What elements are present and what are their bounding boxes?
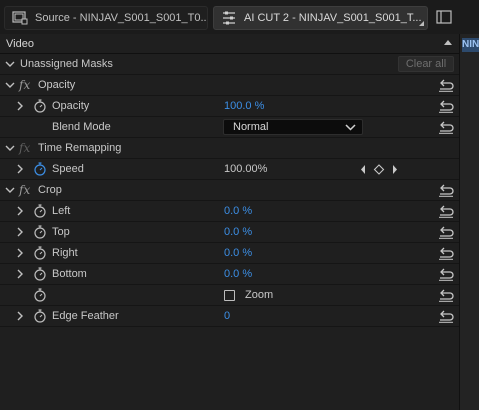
previous-keyframe-icon[interactable]	[360, 164, 366, 175]
reset-parameter-icon[interactable]	[438, 121, 454, 134]
crop-left-label: Left	[52, 205, 71, 217]
crop-top-label: Top	[52, 226, 70, 238]
effect-controls-icon	[220, 10, 238, 26]
fx-disabled-icon: fx	[19, 141, 31, 155]
reset-parameter-icon[interactable]	[438, 226, 454, 239]
crop-zoom-row[interactable]: Zoom	[0, 285, 459, 306]
reset-parameter-icon[interactable]	[438, 100, 454, 113]
opacity-effect-row[interactable]: fx Opacity	[0, 75, 459, 96]
next-keyframe-icon[interactable]	[392, 164, 398, 175]
edge-feather-label: Edge Feather	[52, 310, 119, 322]
stopwatch-icon[interactable]	[33, 267, 47, 281]
fx-toggle-icon[interactable]: fx	[19, 183, 30, 197]
chevron-right-icon[interactable]	[14, 205, 26, 217]
chevron-down-icon[interactable]	[4, 79, 16, 91]
opacity-effect-label: Opacity	[38, 79, 76, 91]
crop-right-row[interactable]: Right 0.0 %	[0, 243, 459, 264]
time-remapping-effect-row[interactable]: fx Time Remapping	[0, 138, 459, 159]
section-title: Video	[6, 38, 34, 50]
zoom-checkbox[interactable]	[224, 290, 235, 301]
stopwatch-icon[interactable]	[33, 99, 47, 113]
chevron-down-icon[interactable]	[4, 184, 16, 196]
effect-controls-panel: Video Unassigned Masks Clear all fx Opac…	[0, 34, 459, 410]
reset-parameter-icon[interactable]	[438, 205, 454, 218]
crop-bottom-label: Bottom	[52, 268, 87, 280]
crop-left-value[interactable]: 0.0 %	[224, 205, 252, 217]
stopwatch-icon[interactable]	[33, 288, 47, 302]
chevron-right-icon[interactable]	[14, 310, 26, 322]
speed-value[interactable]: 100.00%	[224, 163, 267, 175]
stopwatch-icon[interactable]	[33, 225, 47, 239]
chevron-down-icon[interactable]	[4, 142, 16, 154]
chevron-right-icon[interactable]	[14, 163, 26, 175]
panel-tab-bar: Source - NINJAV_S001_S001_T0... AI CUT 2…	[0, 0, 479, 34]
chevron-right-icon[interactable]	[14, 268, 26, 280]
crop-right-value[interactable]: 0.0 %	[224, 247, 252, 259]
reset-parameter-icon[interactable]	[438, 268, 454, 281]
reset-parameter-icon[interactable]	[438, 247, 454, 260]
chevron-down-icon	[345, 122, 356, 132]
crop-bottom-value[interactable]: 0.0 %	[224, 268, 252, 280]
opacity-value[interactable]: 100.0 %	[224, 100, 264, 112]
opacity-property-row[interactable]: Opacity 100.0 %	[0, 96, 459, 117]
crop-effect-label: Crop	[38, 184, 62, 196]
fx-toggle-icon[interactable]: fx	[19, 78, 30, 92]
tab-effect-controls[interactable]: AI CUT 2 - NINJAV_S001_S001_T...	[213, 6, 428, 30]
speed-label: Speed	[52, 163, 84, 175]
clear-all-button[interactable]: Clear all	[398, 56, 454, 72]
tab-menu-corner-icon[interactable]	[419, 21, 424, 26]
tab-effect-controls-label: AI CUT 2 - NINJAV_S001_S001_T...	[244, 12, 422, 24]
add-keyframe-icon[interactable]	[373, 164, 385, 175]
crop-top-value[interactable]: 0.0 %	[224, 226, 252, 238]
blend-mode-select[interactable]: Normal	[223, 119, 363, 135]
unassigned-masks-row[interactable]: Unassigned Masks Clear all	[0, 54, 459, 75]
collapse-up-icon[interactable]	[444, 40, 452, 45]
chevron-right-icon[interactable]	[14, 100, 26, 112]
speed-property-row[interactable]: Speed 100.00%	[0, 159, 459, 180]
zoom-label: Zoom	[245, 289, 274, 301]
stopwatch-icon[interactable]	[33, 309, 47, 323]
chevron-right-icon[interactable]	[14, 226, 26, 238]
blend-mode-value: Normal	[233, 121, 269, 133]
chevron-down-icon[interactable]	[4, 58, 16, 70]
crop-right-label: Right	[52, 247, 78, 259]
video-section-header: Video	[0, 34, 459, 54]
tab-source-label: Source - NINJAV_S001_S001_T0...	[35, 12, 207, 24]
crop-bottom-row[interactable]: Bottom 0.0 %	[0, 264, 459, 285]
edge-feather-row[interactable]: Edge Feather 0	[0, 306, 459, 327]
crop-top-row[interactable]: Top 0.0 %	[0, 222, 459, 243]
edge-feather-value[interactable]: 0	[224, 310, 230, 322]
crop-left-row[interactable]: Left 0.0 %	[0, 201, 459, 222]
timeline-view-edge: NIN	[459, 34, 479, 410]
reset-parameter-icon[interactable]	[438, 184, 454, 197]
stopwatch-active-icon[interactable]	[33, 162, 47, 176]
panel-layout-icon[interactable]	[435, 9, 453, 25]
tab-source-monitor[interactable]: Source - NINJAV_S001_S001_T0...	[4, 6, 208, 30]
chevron-right-icon[interactable]	[14, 247, 26, 259]
stopwatch-icon[interactable]	[33, 204, 47, 218]
source-monitor-icon	[11, 10, 29, 26]
timeline-clip-label[interactable]: NIN	[462, 38, 479, 52]
blend-mode-label: Blend Mode	[52, 121, 111, 133]
reset-parameter-icon[interactable]	[438, 289, 454, 302]
blend-mode-row: Blend Mode Normal	[0, 117, 459, 138]
crop-effect-row[interactable]: fx Crop	[0, 180, 459, 201]
time-remapping-label: Time Remapping	[38, 142, 122, 154]
reset-parameter-icon[interactable]	[438, 79, 454, 92]
opacity-property-label: Opacity	[52, 100, 90, 112]
reset-parameter-icon[interactable]	[438, 310, 454, 323]
unassigned-masks-label: Unassigned Masks	[20, 58, 113, 70]
stopwatch-icon[interactable]	[33, 246, 47, 260]
